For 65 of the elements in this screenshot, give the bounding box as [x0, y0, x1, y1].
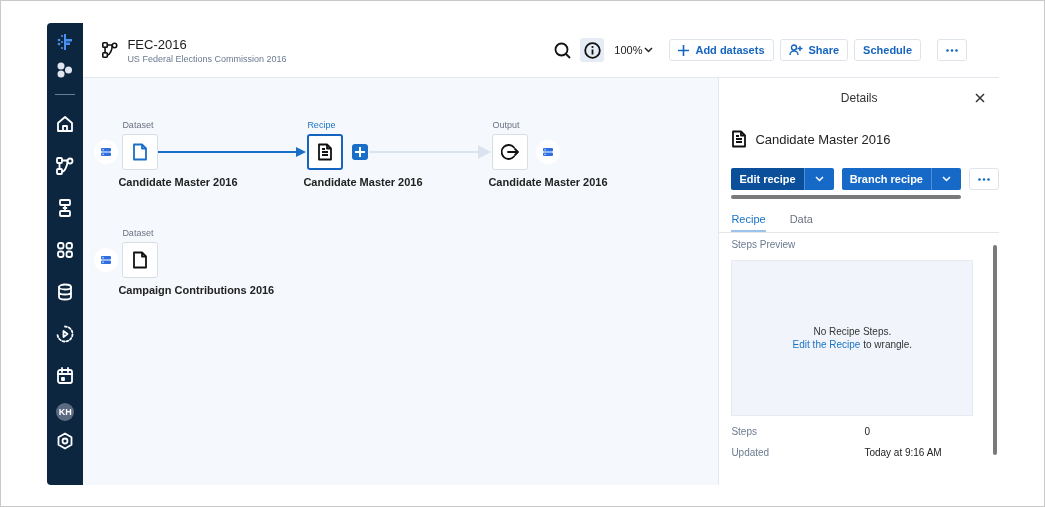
file-icon	[132, 251, 149, 269]
node-type-label: Dataset	[122, 120, 155, 132]
section-label: Steps Preview	[731, 239, 797, 250]
play-icon[interactable]	[55, 324, 76, 344]
flow-node[interactable]	[307, 134, 344, 170]
plus-icon	[355, 147, 366, 157]
file-icon	[132, 143, 149, 161]
home-icon[interactable]	[55, 114, 76, 134]
info-button[interactable]	[580, 38, 605, 62]
flow-subtitle: US Federal Elections Commission 2016	[127, 53, 288, 64]
search-icon	[553, 41, 571, 59]
connector-handle[interactable]	[94, 248, 119, 272]
flow-icon[interactable]	[55, 156, 76, 176]
property-label: Steps	[731, 426, 758, 437]
user-avatar[interactable]: KH	[56, 403, 75, 421]
share-button[interactable]: Share	[779, 39, 849, 61]
flow-title: FEC-2016	[127, 36, 188, 52]
info-icon	[583, 41, 601, 59]
document-icon	[317, 143, 334, 161]
list-icon	[101, 147, 112, 157]
node-type-label: Recipe	[307, 120, 337, 132]
node-name: Campaign Contributions 2016	[118, 284, 276, 296]
panel-tab[interactable]: Data	[789, 213, 813, 232]
more-icon	[978, 177, 990, 181]
node-type-label: Dataset	[122, 228, 155, 240]
more-button[interactable]	[937, 39, 967, 61]
recipe-heading: Candidate Master 2016	[755, 131, 891, 147]
document-icon	[731, 130, 748, 148]
dropdown-button[interactable]	[803, 168, 834, 190]
property-label: Updated	[731, 447, 771, 458]
add-user-icon	[788, 44, 803, 56]
edit-recipe-button[interactable]: Edit recipe	[731, 168, 804, 190]
property-value: Today at 9:16 AM	[864, 447, 942, 458]
zoom-dropdown[interactable]: 100%	[610, 44, 658, 56]
close-button[interactable]	[973, 91, 987, 105]
node-type-label: Output	[492, 120, 521, 132]
more-icon	[946, 48, 958, 52]
node-name: Candidate Master 2016	[303, 176, 424, 188]
more-button[interactable]	[969, 168, 999, 190]
flow-icon	[101, 41, 120, 59]
add-datasets-button[interactable]: Add datasets	[669, 39, 774, 61]
exit-icon	[501, 143, 520, 161]
add-step-button[interactable]	[352, 144, 369, 160]
close-icon	[973, 91, 987, 105]
property-value: 0	[864, 426, 870, 437]
dropdown-button[interactable]	[931, 168, 961, 190]
schedule-button[interactable]: Schedule	[854, 39, 921, 61]
node-name: Candidate Master 2016	[118, 176, 239, 188]
calendar-icon[interactable]	[55, 366, 76, 386]
empty-hint: Edit the Recipe to wrangle.	[792, 339, 913, 350]
list-icon	[543, 147, 554, 157]
connector-handle[interactable]	[94, 140, 119, 164]
chevron-down-icon	[942, 176, 951, 182]
edit-recipe-link[interactable]: Edit the Recipe	[792, 339, 861, 350]
empty-message: No Recipe Steps.	[813, 326, 892, 337]
chevron-down-icon	[814, 176, 824, 182]
node-name: Candidate Master 2016	[488, 176, 609, 188]
connector-handle[interactable]	[536, 140, 561, 164]
grid-icon[interactable]	[55, 240, 76, 260]
panel-title: Details	[840, 91, 878, 105]
plus-icon	[678, 44, 690, 56]
list-icon	[101, 255, 112, 265]
branch-recipe-button[interactable]: Branch recipe	[841, 168, 931, 190]
panel-tab[interactable]: Recipe	[731, 213, 766, 232]
chevron-down-icon	[644, 47, 654, 53]
